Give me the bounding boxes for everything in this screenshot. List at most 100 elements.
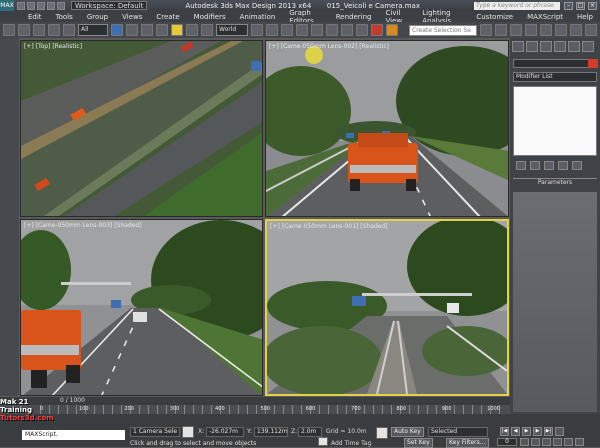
next-frame-icon[interactable]: ▶ <box>533 427 542 436</box>
viewport-label[interactable]: [+] [Came-050mm Lens-002] [Realistic] <box>269 43 389 50</box>
time-tag-icon[interactable] <box>318 437 328 446</box>
pivot-center-icon[interactable] <box>251 24 263 36</box>
align-icon[interactable] <box>386 24 398 36</box>
zoom-icon[interactable] <box>520 438 529 446</box>
spinner-snap-icon[interactable] <box>341 24 353 36</box>
configure-modifier-sets-icon[interactable] <box>572 161 582 170</box>
zoom-all-icon[interactable] <box>531 438 540 446</box>
select-and-rotate-icon[interactable] <box>186 24 198 36</box>
add-time-tag[interactable]: Add Time Tag <box>331 440 371 447</box>
menu-create[interactable]: Create <box>149 13 186 21</box>
go-to-end-icon[interactable]: ▶| <box>544 427 553 436</box>
maxscript-listener[interactable]: MAXScript. <box>22 430 125 440</box>
menu-rendering[interactable]: Rendering <box>329 13 379 21</box>
viewport-label[interactable]: [+] [Top] [Realistic] <box>24 43 82 50</box>
viewport-camera-001[interactable]: [+] [Came-050mm Lens-001] [Shaded] <box>265 219 509 396</box>
menu-maxscript[interactable]: MAXScript <box>520 13 570 21</box>
menu-tools[interactable]: Tools <box>49 13 80 21</box>
selection-filter-dropdown[interactable]: All <box>78 24 108 36</box>
undo-icon[interactable] <box>47 1 55 10</box>
make-unique-icon[interactable] <box>544 161 554 170</box>
viewport-camera-003[interactable]: [+] [Came-050mm Lens-003] [Shaded] <box>20 219 263 396</box>
set-key-icon[interactable] <box>376 427 388 439</box>
viewport-label[interactable]: [+] [Came-050mm Lens-001] [Shaded] <box>270 223 388 230</box>
graphite-tools-icon[interactable] <box>495 24 507 36</box>
key-mode-icon[interactable] <box>555 427 564 436</box>
material-editor-icon[interactable] <box>540 24 552 36</box>
go-to-start-icon[interactable]: |◀ <box>500 427 509 436</box>
z-coordinate-field[interactable]: 2.0m <box>298 427 322 437</box>
close-button[interactable]: × <box>588 1 597 10</box>
select-and-scale-icon[interactable] <box>201 24 213 36</box>
curve-editor-icon[interactable] <box>510 24 522 36</box>
app-logo[interactable]: MAX <box>0 0 14 11</box>
rectangular-selection-icon[interactable] <box>141 24 153 36</box>
pin-stack-icon[interactable] <box>516 161 526 170</box>
utilities-tab-icon[interactable] <box>582 41 594 52</box>
new-icon[interactable] <box>17 1 25 10</box>
undo-icon[interactable] <box>3 24 15 36</box>
search-input[interactable]: Type a keyword or phrase <box>474 1 560 10</box>
create-tab-icon[interactable] <box>512 41 524 52</box>
modify-tab-icon[interactable] <box>526 41 538 52</box>
open-icon[interactable] <box>27 1 35 10</box>
redo-icon[interactable] <box>18 24 30 36</box>
show-end-result-icon[interactable] <box>530 161 540 170</box>
render-production-icon[interactable] <box>585 24 597 36</box>
auto-key-button[interactable]: Auto Key <box>391 427 424 437</box>
select-manipulate-icon[interactable] <box>266 24 278 36</box>
menu-animation[interactable]: Animation <box>233 13 283 21</box>
select-by-name-icon[interactable] <box>126 24 138 36</box>
remove-modifier-icon[interactable] <box>558 161 568 170</box>
redo-icon[interactable] <box>57 1 65 10</box>
schematic-view-icon[interactable] <box>525 24 537 36</box>
menu-modifiers[interactable]: Modifiers <box>187 13 233 21</box>
time-slider[interactable]: 0 / 1000 <box>0 397 510 405</box>
mirror-icon[interactable] <box>371 24 383 36</box>
select-and-move-icon[interactable] <box>171 24 183 36</box>
object-name-field[interactable] <box>513 59 598 68</box>
layer-manager-icon[interactable] <box>480 24 492 36</box>
hierarchy-tab-icon[interactable] <box>540 41 552 52</box>
field-of-view-icon[interactable] <box>542 438 551 446</box>
angle-snap-icon[interactable] <box>311 24 323 36</box>
x-coordinate-field[interactable]: -26.027m <box>206 427 244 437</box>
link-icon[interactable] <box>33 24 45 36</box>
window-crossing-icon[interactable] <box>156 24 168 36</box>
motion-tab-icon[interactable] <box>554 41 566 52</box>
percent-snap-icon[interactable] <box>326 24 338 36</box>
maximize-viewport-icon[interactable] <box>575 438 584 446</box>
display-tab-icon[interactable] <box>568 41 580 52</box>
maximize-button[interactable]: □ <box>576 1 585 10</box>
unlink-icon[interactable] <box>48 24 60 36</box>
edit-named-selection-icon[interactable] <box>356 24 368 36</box>
menu-help[interactable]: Help <box>570 13 600 21</box>
named-selection-sets-input[interactable]: Create Selection Se <box>409 24 477 36</box>
menu-group[interactable]: Group <box>80 13 115 21</box>
reference-coordinate-dropdown[interactable]: World <box>216 24 248 36</box>
viewport-label[interactable]: [+] [Came-050mm Lens-003] [Shaded] <box>24 222 142 229</box>
modifier-stack[interactable] <box>513 86 597 156</box>
render-setup-icon[interactable] <box>555 24 567 36</box>
minimize-button[interactable]: – <box>564 1 573 10</box>
play-icon[interactable]: ▶ <box>522 427 531 436</box>
viewport-top[interactable]: [+] [Top] [Realistic] <box>20 40 263 217</box>
previous-frame-icon[interactable]: ◀ <box>511 427 520 436</box>
pan-icon[interactable] <box>553 438 562 446</box>
lock-selection-icon[interactable] <box>182 426 194 438</box>
rendered-frame-window-icon[interactable] <box>570 24 582 36</box>
key-mode-dropdown[interactable]: Selected <box>428 427 488 437</box>
orbit-icon[interactable] <box>564 438 573 446</box>
track-bar[interactable]: 0 100 200 300 400 500 600 700 800 900 10… <box>0 405 510 414</box>
viewport-camera-002[interactable]: [+] [Came-050mm Lens-002] [Realistic] <box>265 40 509 217</box>
menu-views[interactable]: Views <box>115 13 149 21</box>
modifier-list-dropdown[interactable]: Modifier List <box>513 72 597 82</box>
select-object-icon[interactable] <box>111 24 123 36</box>
workspace-dropdown[interactable]: Workspace: Default <box>71 1 148 10</box>
save-icon[interactable] <box>37 1 45 10</box>
bind-space-warp-icon[interactable] <box>63 24 75 36</box>
snaps-toggle-icon[interactable] <box>296 24 308 36</box>
y-coordinate-field[interactable]: 139.112m <box>254 427 288 437</box>
keyboard-shortcut-icon[interactable] <box>281 24 293 36</box>
parameters-rollout[interactable]: Parameters <box>513 178 597 186</box>
